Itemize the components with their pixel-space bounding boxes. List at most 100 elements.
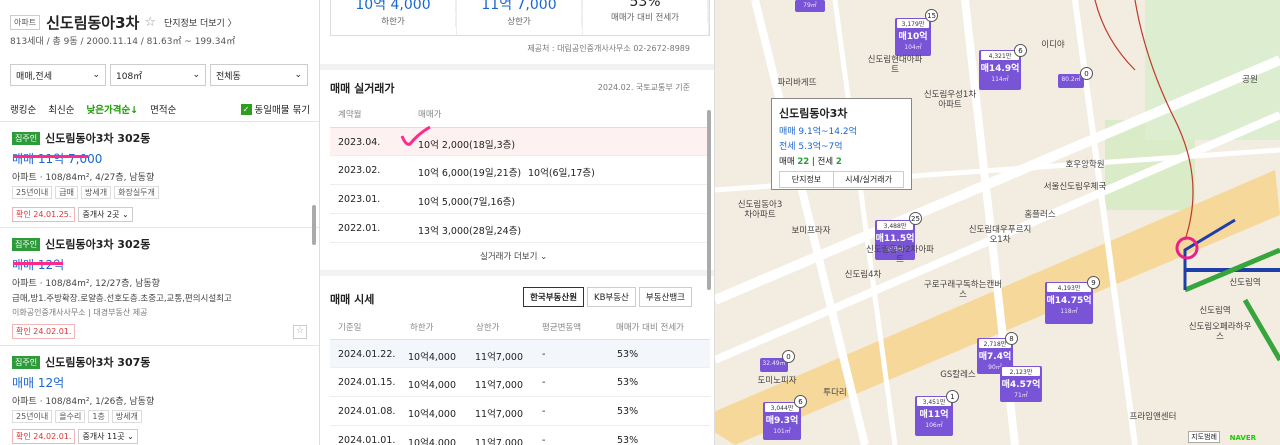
listing-count[interactable]: 1	[946, 390, 959, 403]
map-label: 신도림오페라하우스	[1188, 322, 1252, 343]
favorite-star-icon[interactable]: ☆	[293, 324, 307, 339]
sale-count: 22	[797, 157, 810, 167]
marker-price-per: 3,179만	[897, 19, 929, 28]
listing-count[interactable]: 6	[794, 395, 807, 408]
listing-count[interactable]: 0	[1080, 67, 1093, 80]
tag: 급매	[55, 186, 78, 199]
listing-item[interactable]: 집주인 신도림동아3차 302동 매매 12억 아파트 · 108/84m², 1…	[0, 227, 319, 345]
quote-high: 11억7,000	[475, 380, 524, 391]
deal-price: 10억 5,000(7일,16층)	[418, 197, 516, 208]
popup-title: 신도림동아3차	[779, 107, 848, 120]
quote-title: 매매 시세	[330, 293, 375, 306]
tag: 화장실두개	[114, 186, 159, 199]
listing-scrollbar[interactable]	[312, 205, 316, 245]
listing-count[interactable]: 15	[925, 9, 938, 22]
complex-popup: 신도림동아3차 매매 9.1억~14.2억 전세 5.3억~7억 매매 22 |…	[771, 98, 912, 190]
building-select[interactable]: 전체동 ⌄	[210, 64, 308, 86]
listing-count[interactable]: 25	[909, 212, 922, 225]
map-label: 도미노피자	[757, 376, 797, 386]
deal-month: 2022.01.	[338, 223, 381, 234]
popup-buttons: 단지정보 시세/실거래가	[779, 171, 904, 188]
marker-price: 매14.9억	[980, 64, 1020, 74]
quote-ratio: 53%	[617, 406, 639, 417]
sort-ranking[interactable]: 랭킹순	[10, 102, 36, 116]
detail-scrollbar[interactable]	[707, 110, 711, 290]
col-change: 평균변동액	[542, 323, 582, 333]
summary-value: 53%	[583, 0, 708, 10]
summary-low: 10억 4,000 하한가	[331, 0, 457, 35]
price-marker[interactable]: 3,044만 매9.3억 101㎡	[763, 402, 801, 440]
quote-change: -	[542, 406, 546, 417]
listing-panel: 아파트 신도림동아3차 ☆ 단지정보 더보기 〉 813세대 / 총 9동 / …	[0, 0, 320, 445]
marker-price: 매11.5억	[875, 234, 915, 244]
divider	[320, 64, 714, 70]
listing-tags: 25년이내 급매 방세개 화장실두개	[12, 186, 307, 199]
popup-sale-range: 매매 9.1억~14.2억	[779, 127, 857, 137]
price-marker[interactable]: 4,321만 매14.9억 114㎡	[979, 50, 1021, 90]
listing-title: 신도림동아3차 307동	[45, 356, 151, 369]
summary-high: 11억 7,000 상한가	[457, 0, 583, 35]
sort-latest[interactable]: 최신순	[48, 102, 74, 116]
price-marker[interactable]: 3,451만 매11억 106㎡	[915, 396, 953, 436]
deal-price: 10억 6,000(19일,21층)	[418, 168, 522, 179]
price-marker[interactable]: 4,193만 매14.75억 118㎡	[1045, 282, 1093, 324]
listing-count[interactable]: 6	[1014, 44, 1027, 57]
listing-count[interactable]: 9	[1087, 276, 1100, 289]
map-label: 신도림4차	[844, 270, 882, 280]
summary-label: 매매가 대비 전세가	[583, 11, 708, 23]
favorite-star-icon[interactable]: ☆	[144, 15, 156, 30]
deal-row: 2023.04. 10억 2,000(18일,3층)	[330, 127, 710, 156]
tab-bank[interactable]: 부동산뱅크	[638, 287, 692, 307]
map-label: 보미프라자	[791, 226, 831, 236]
marker-price: 매10억	[898, 32, 928, 42]
owner-badge: 집주인	[12, 131, 41, 145]
deal-month: 2023.04.	[338, 137, 381, 148]
quote-date: 2024.01.01.	[338, 435, 396, 445]
chevron-down-icon: ⌄	[92, 70, 100, 80]
sort-area[interactable]: 면적순	[150, 102, 176, 116]
marker-area: 101㎡	[773, 428, 791, 435]
map-label: 신도림현대아파트	[867, 55, 923, 76]
listing-item[interactable]: 집주인 신도림동아3차 302동 매매 11억 7,000 아파트 · 108/8…	[0, 121, 319, 227]
listing-count[interactable]: 0	[782, 350, 795, 363]
tab-reb[interactable]: 한국부동산원	[523, 287, 585, 307]
chevron-down-icon: ⌄	[294, 70, 302, 80]
trade-type-select[interactable]: 매매,전세 ⌄	[10, 64, 106, 86]
map-legend-button[interactable]: 지도범례	[1188, 431, 1220, 443]
map-view[interactable]: 79㎡ 3,179만 매10억 104㎡ 4,321만 매14.9억 114㎡ 80.2…	[715, 0, 1280, 445]
price-marker[interactable]: 79㎡	[795, 0, 825, 12]
complex-info-link[interactable]: 단지정보 더보기 〉	[164, 16, 237, 29]
map-label: 프라임앤센터	[1129, 412, 1177, 422]
listing-price: 매매 12억	[12, 376, 65, 390]
tag: 25년이내	[12, 410, 53, 423]
listing-item[interactable]: 집주인 신도림동아3차 307동 매매 12억 아파트 · 108/84m², 1…	[0, 345, 319, 445]
sort-low-price[interactable]: 낮은가격순↓	[86, 102, 138, 116]
quote-tabs: 한국부동산원 KB부동산 부동산뱅크	[523, 287, 692, 307]
marker-area: 114㎡	[991, 76, 1009, 83]
complex-info-button[interactable]: 단지정보	[780, 172, 835, 187]
tag: 방세개	[81, 186, 112, 199]
marker-area: 71㎡	[1014, 392, 1028, 399]
deal-month: 2023.01.	[338, 194, 381, 205]
quote-change: -	[542, 377, 546, 388]
quote-high: 11억7,000	[475, 352, 524, 363]
marker-price: 매9.3억	[765, 416, 799, 426]
price-marker[interactable]: 3,179만 매10억 104㎡	[895, 18, 931, 56]
listing-count[interactable]: 8	[1005, 332, 1018, 345]
tab-kb[interactable]: KB부동산	[587, 287, 636, 307]
same-listing-toggle[interactable]: ✓ 동일매물 묶기	[240, 102, 310, 116]
col-date: 기준일	[338, 323, 362, 333]
deals-more-button[interactable]: 실거래가 더보기 ⌄	[480, 250, 547, 262]
price-marker[interactable]: 2,123만 매4.57억 71㎡	[1000, 366, 1042, 402]
listing-detail: 아파트 · 108/84m², 1/26층, 남동향	[12, 397, 155, 407]
deal-price: 13억 3,000(28일,24층)	[418, 226, 522, 237]
broker-count-button[interactable]: 중개사 11곳 ⌄	[78, 429, 138, 444]
price-history-button[interactable]: 시세/실거래가	[834, 172, 903, 187]
same-listing-label: 동일매물 묶기	[254, 105, 310, 116]
deal-month: 2023.02.	[338, 165, 381, 176]
area-select[interactable]: 108㎡ ⌄	[110, 64, 206, 86]
broker-count-button[interactable]: 중개사 2곳 ⌄	[78, 207, 133, 222]
quote-low: 10억4,000	[408, 380, 457, 391]
listing-detail: 아파트 · 108/84m², 4/27층, 남동향	[12, 173, 155, 183]
marker-price-per: 4,193만	[1047, 283, 1091, 292]
